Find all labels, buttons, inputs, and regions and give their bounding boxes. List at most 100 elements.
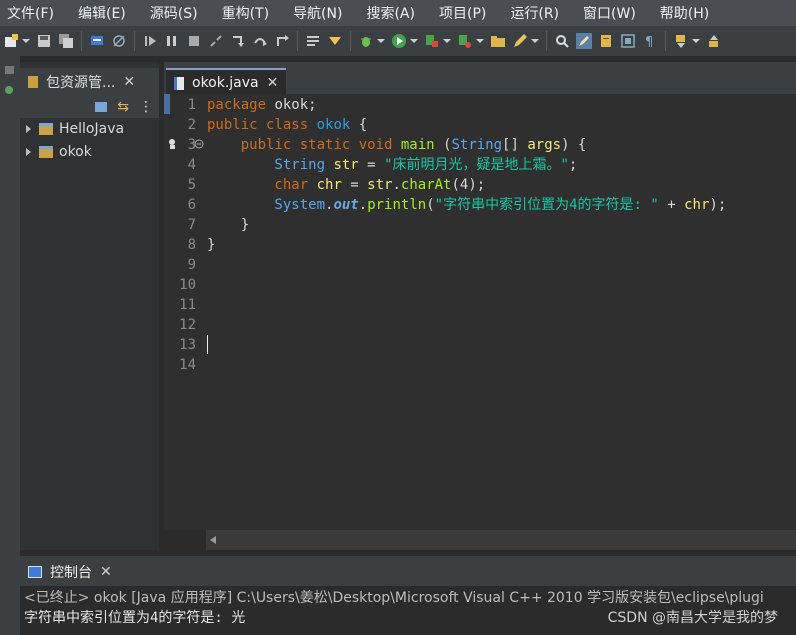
java-project-icon [39,123,53,135]
new-dropdown-icon[interactable] [22,39,30,43]
package-icon [28,76,38,88]
token-text: + [658,197,685,213]
token-variable: chr [308,177,342,193]
new-icon[interactable] [3,33,19,49]
token-keyword: char [207,177,309,193]
run-marker-icon[interactable] [168,138,178,150]
pencil-dropdown-icon[interactable] [531,39,539,43]
open-type-icon[interactable] [89,33,105,49]
close-icon[interactable]: ✕ [267,75,279,91]
menu-navigate[interactable]: 导航(N) [286,3,348,23]
token-variable: str [325,157,359,173]
token-text: [] [502,137,528,153]
console-output-line: 字符串中索引位置为4的字符是: 光 [24,610,246,626]
code-line-7: } [207,215,249,235]
resume-icon[interactable] [142,33,158,49]
menu-file[interactable]: 文件(F) [0,3,60,23]
debug-dropdown-icon[interactable] [377,39,385,43]
toolbar-separator [665,31,666,51]
pilcrow-icon[interactable]: ¶ [642,33,658,50]
menu-help[interactable]: 帮助(H) [653,3,715,23]
explorer-toolbar: ⇆ ⋮ [20,96,159,118]
tree-item-okok[interactable]: okok [26,141,92,163]
show-whitespace-icon[interactable] [620,33,636,49]
trim-icons [5,66,14,94]
code-line-1: package okok; [207,95,317,115]
chevron-right-icon[interactable] [26,148,31,156]
line-number: 11 [179,297,196,313]
next-annotation-icon[interactable] [673,33,689,49]
menu-source[interactable]: 源码(S) [143,3,204,23]
left-trim-bar [0,56,20,635]
editor-tab-title: okok.java [192,75,259,91]
skip-breakpoints-icon[interactable] [111,33,127,49]
token-param: args [527,137,562,153]
close-icon[interactable]: ✕ [100,564,112,580]
token-keyword: void [358,137,393,153]
toolbar-separator [350,31,351,51]
link-with-editor-icon[interactable]: ⇆ [117,99,129,115]
scroll-left-icon[interactable] [210,536,216,544]
editor-tab-okok-java[interactable]: okok.java ✕ [166,68,286,96]
suspend-icon[interactable] [164,33,180,49]
coverage-icon[interactable] [424,33,440,49]
step-over-icon[interactable] [252,33,268,49]
annotation-icon[interactable] [598,33,614,49]
debug-icon[interactable] [358,33,374,49]
code-editor[interactable]: 1 2 3 4 5 6 7 8 9 10 11 12 13 14 package… [164,94,796,530]
pencil-icon[interactable] [512,33,528,49]
line-number: 13 [179,337,196,353]
menu-search[interactable]: 搜索(A) [359,3,421,23]
run-dropdown-icon[interactable] [410,39,418,43]
line-number: 4 [187,157,196,173]
open-folder-icon[interactable] [490,33,506,49]
console-title: 控制台 [50,565,92,581]
external-tools-dropdown-icon[interactable] [476,39,484,43]
token-type: String [207,157,326,173]
console-output-area[interactable]: <已终止> okok [Java 应用程序] C:\Users\姜松\Deskt… [20,586,796,635]
toolbar: ¶ [0,26,796,56]
prev-annotation-icon[interactable] [706,33,722,49]
code-line-4: String str = "床前明月光，疑是地上霜。"; [207,155,577,175]
code-line-6: System.out.println("字符串中索引位置为4的字符是: " + … [207,195,726,215]
toolbar-separator [134,31,135,51]
chevron-right-icon[interactable] [26,125,31,133]
menu-project[interactable]: 项目(P) [432,3,492,23]
line-number: 10 [179,277,196,293]
java-file-icon [174,76,184,90]
toggle-icon[interactable] [327,33,343,49]
collapse-all-icon[interactable] [95,102,108,112]
menu-edit[interactable]: 编辑(E) [71,3,132,23]
terminate-icon[interactable] [186,33,202,49]
menu-run[interactable]: 运行(R) [503,3,565,23]
token-text: } [207,237,216,253]
close-icon[interactable]: ✕ [123,74,135,90]
run-icon[interactable] [391,33,407,49]
coverage-dropdown-icon[interactable] [443,39,451,43]
step-into-icon[interactable] [230,33,246,49]
console-icon [28,566,42,578]
disconnect-icon[interactable] [208,33,224,49]
fold-collapse-icon[interactable] [194,139,204,149]
next-annotation-dropdown-icon[interactable] [692,39,700,43]
token-text: = [341,177,368,193]
step-return-icon[interactable] [274,33,290,49]
view-menu-icon[interactable]: ⋮ [139,99,153,115]
menu-window[interactable]: 窗口(W) [576,3,642,23]
token-text: ; [568,157,578,173]
highlight-icon[interactable] [576,33,592,49]
external-tools-icon[interactable] [457,33,473,49]
use-step-filters-icon[interactable] [305,33,321,49]
menu-refactor[interactable]: 重构(T) [215,3,275,23]
save-all-icon[interactable] [58,33,74,49]
package-explorer-tab[interactable]: 包资源管... ✕ [20,68,159,97]
editor-tab-bar: okok.java ✕ [164,62,796,96]
java-project-icon [39,146,53,158]
token-text: ) { [561,137,587,153]
tree-item-hellojava[interactable]: HelloJava [26,118,124,140]
editor-horizontal-scrollbar[interactable] [206,530,796,550]
search-icon[interactable] [554,33,570,49]
save-icon[interactable] [36,33,52,49]
code-line-3: public static void main (String[] args) … [207,135,587,155]
console-tab[interactable]: 控制台 ✕ [22,558,116,586]
